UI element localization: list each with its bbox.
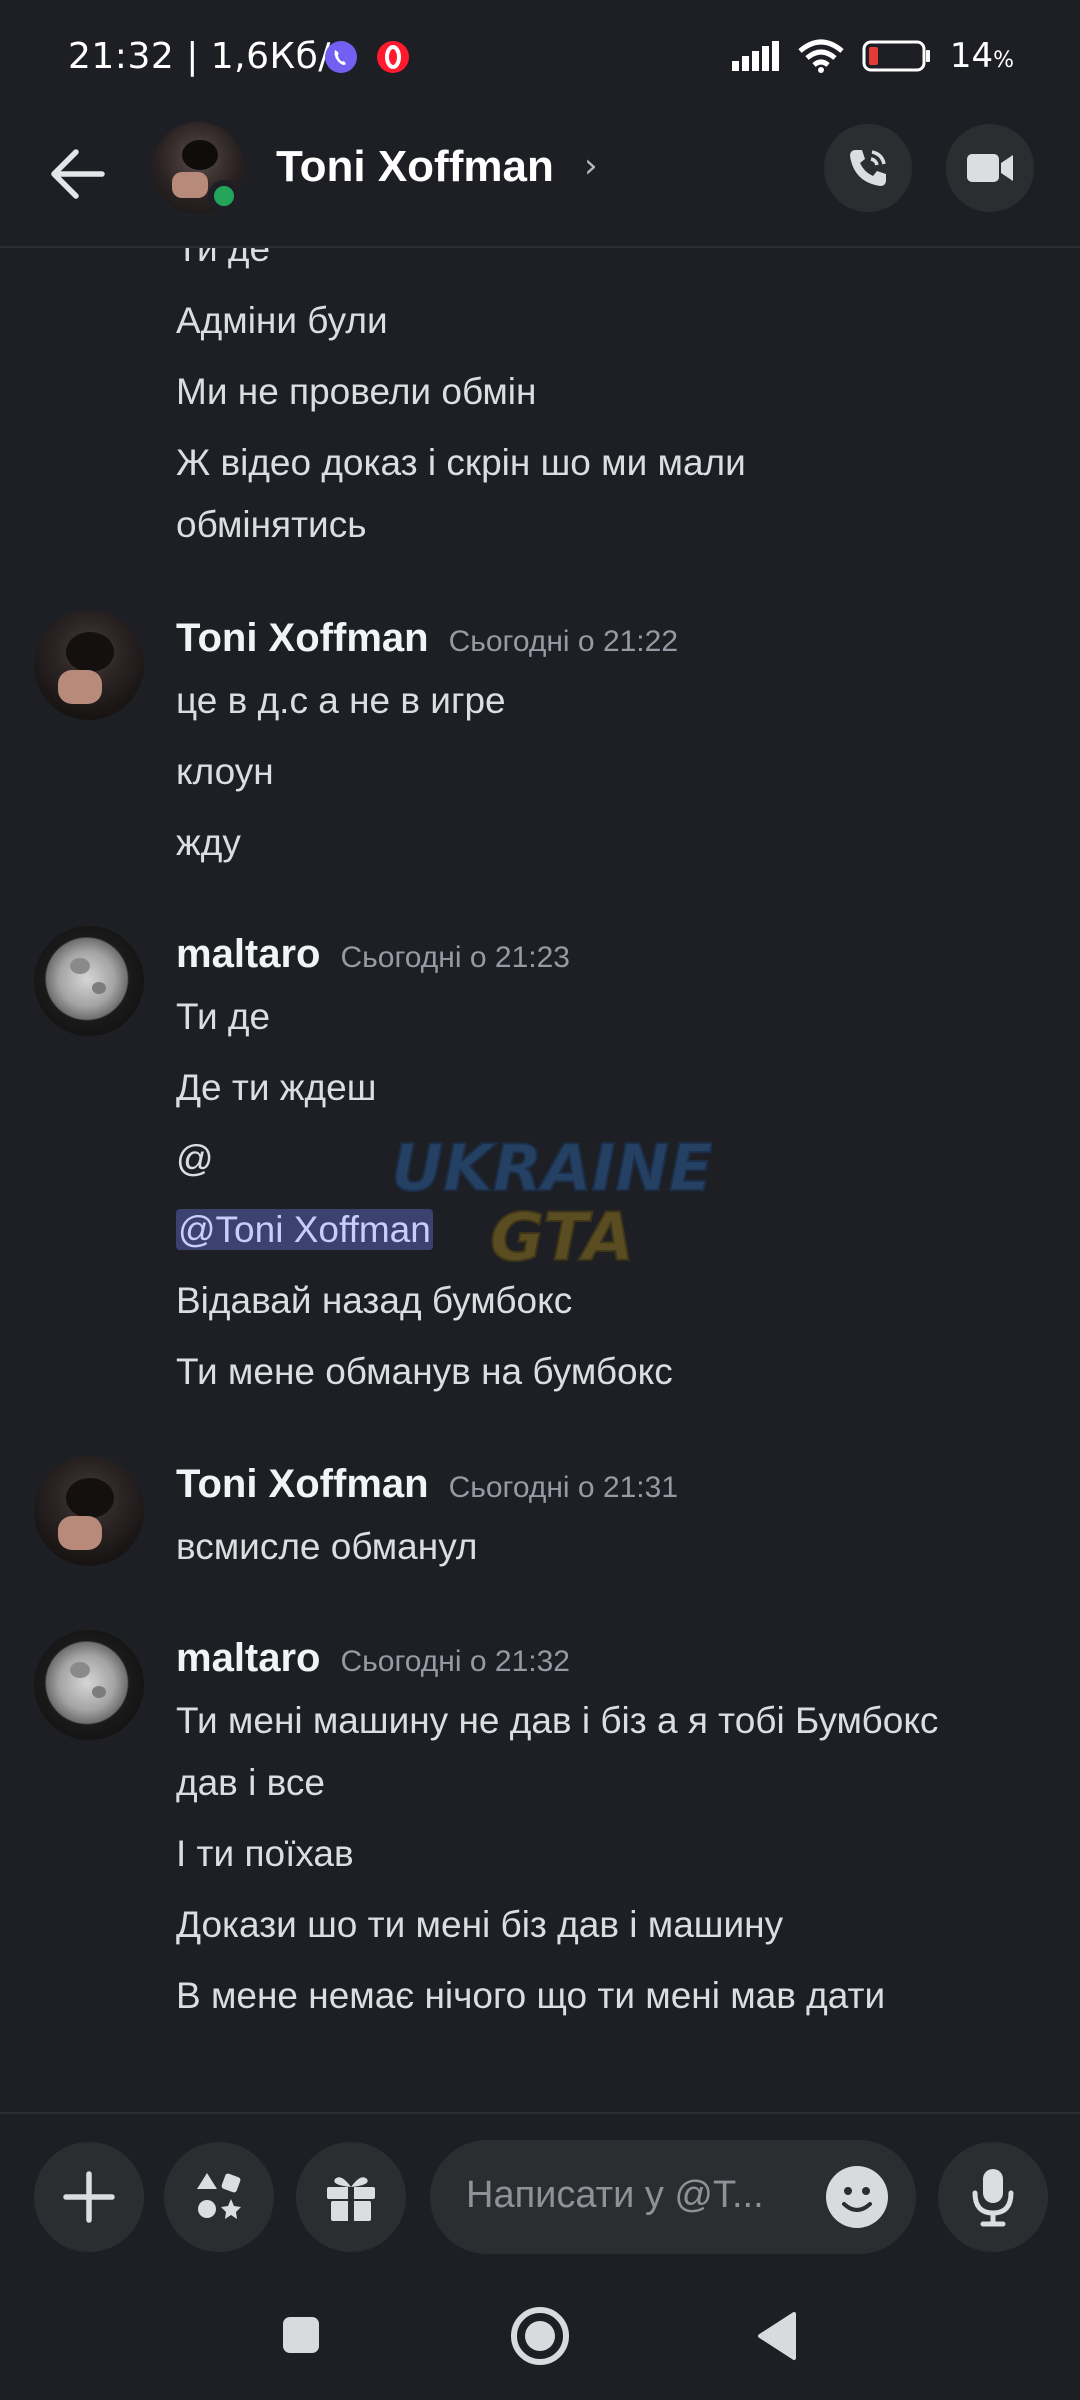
wifi-icon — [798, 39, 844, 73]
ukraine-gta-watermark: UKRAINE GTA — [392, 1131, 712, 1277]
battery-unit: % — [993, 48, 1014, 73]
watermark-line2: GTA — [490, 1199, 634, 1276]
message-line: @ — [176, 1138, 214, 1179]
avatar-maltaro[interactable] — [34, 1630, 144, 1740]
status-time: 21:32 | 1,6Кб/с — [68, 36, 351, 77]
gift-icon — [327, 2177, 375, 2221]
chevron-right-icon: › — [584, 146, 598, 186]
message-line: Докази шо ти мені біз дав і машину — [176, 1904, 784, 1945]
video-call-button[interactable] — [946, 124, 1034, 212]
signal-icon — [731, 41, 779, 71]
message-line: В мене немає нічого що ти мені мав дати — [176, 1975, 886, 2016]
status-right: 14% — [731, 36, 1014, 76]
online-status-dot — [208, 180, 240, 212]
avatar-maltaro[interactable] — [34, 926, 144, 1036]
watermark-line1: UKRAINE — [392, 1132, 712, 1206]
message-author[interactable]: maltaro Сьогодні о 21:32 — [176, 1636, 570, 1681]
message-line: жду — [176, 822, 241, 863]
message-line: Адміни були — [176, 300, 388, 341]
battery-low-icon — [862, 40, 930, 72]
message-timestamp: Сьогодні о 21:32 — [340, 1645, 570, 1678]
recents-button[interactable] — [280, 2314, 322, 2356]
apps-button[interactable] — [164, 2142, 274, 2252]
message-input[interactable]: Написати у @T... — [430, 2140, 916, 2254]
message-line: клоун — [176, 751, 274, 792]
message-timestamp: Сьогодні о 21:31 — [448, 1471, 679, 1504]
opera-icon — [377, 41, 409, 73]
battery-percent: 14% — [950, 36, 1014, 76]
back-button[interactable] — [44, 140, 112, 208]
message-line: це в д.с а не в игре — [176, 680, 506, 721]
message-input-placeholder: Написати у @T... — [466, 2174, 764, 2216]
message-author[interactable]: maltaro Сьогодні о 21:23 — [176, 932, 570, 977]
message-line: І ти поїхав — [176, 1833, 354, 1874]
gift-button[interactable] — [296, 2142, 406, 2252]
android-nav-bar — [0, 2280, 1080, 2400]
apps-icon — [197, 2173, 241, 2219]
clock: 21:32 — [68, 36, 175, 77]
header-title[interactable]: Toni Xoffman — [276, 142, 554, 192]
avatar-toni-xoffman[interactable] — [34, 610, 144, 720]
message-line: обмінятись — [176, 504, 367, 545]
message-line: Ти де — [176, 996, 271, 1037]
message-line: дав і все — [176, 1762, 325, 1803]
status-bar: 21:32 | 1,6Кб/с 14% — [0, 0, 1080, 120]
phone-icon — [850, 150, 886, 186]
message-timestamp: Сьогодні о 21:22 — [448, 625, 679, 658]
message-line: Ми не провели обмін — [176, 371, 537, 412]
message-line: всмисле обманул — [176, 1526, 478, 1567]
message-timestamp: Сьогодні о 21:23 — [340, 941, 570, 974]
attach-button[interactable] — [34, 2142, 144, 2252]
video-camera-icon — [967, 154, 1013, 182]
author-name: Toni Xoffman — [176, 616, 429, 660]
battery-value: 14 — [949, 36, 994, 76]
viber-icon — [325, 41, 357, 73]
message-line: Ж відео доказ і скрін шо ми мали — [176, 442, 746, 483]
author-name: maltaro — [176, 932, 321, 976]
voice-message-button[interactable] — [938, 2142, 1048, 2252]
voice-call-button[interactable] — [824, 124, 912, 212]
home-button[interactable] — [510, 2306, 570, 2366]
author-name: Toni Xoffman — [176, 1462, 429, 1506]
avatar-toni-xoffman[interactable] — [34, 1456, 144, 1566]
microphone-icon — [972, 2169, 1014, 2227]
message-line: Де ти ждеш — [176, 1067, 377, 1108]
message-line: Ти мене обманув на бумбокс — [176, 1351, 673, 1392]
emoji-icon[interactable] — [826, 2166, 888, 2228]
arrow-left-icon — [51, 149, 105, 199]
back-nav-button[interactable] — [754, 2310, 798, 2362]
message-composer: Написати у @T... — [0, 2112, 1080, 2282]
chat-header: Toni Xoffman › — [0, 120, 1080, 248]
message-author[interactable]: Toni Xoffman Сьогодні о 21:22 — [176, 616, 678, 661]
author-name: maltaro — [176, 1636, 321, 1680]
plus-icon — [63, 2171, 115, 2223]
message-author[interactable]: Toni Xoffman Сьогодні о 21:31 — [176, 1462, 678, 1507]
message-line: Ти мені машину не дав і біз а я тобі Бум… — [176, 1700, 939, 1741]
message-line: Ти де — [176, 248, 271, 269]
